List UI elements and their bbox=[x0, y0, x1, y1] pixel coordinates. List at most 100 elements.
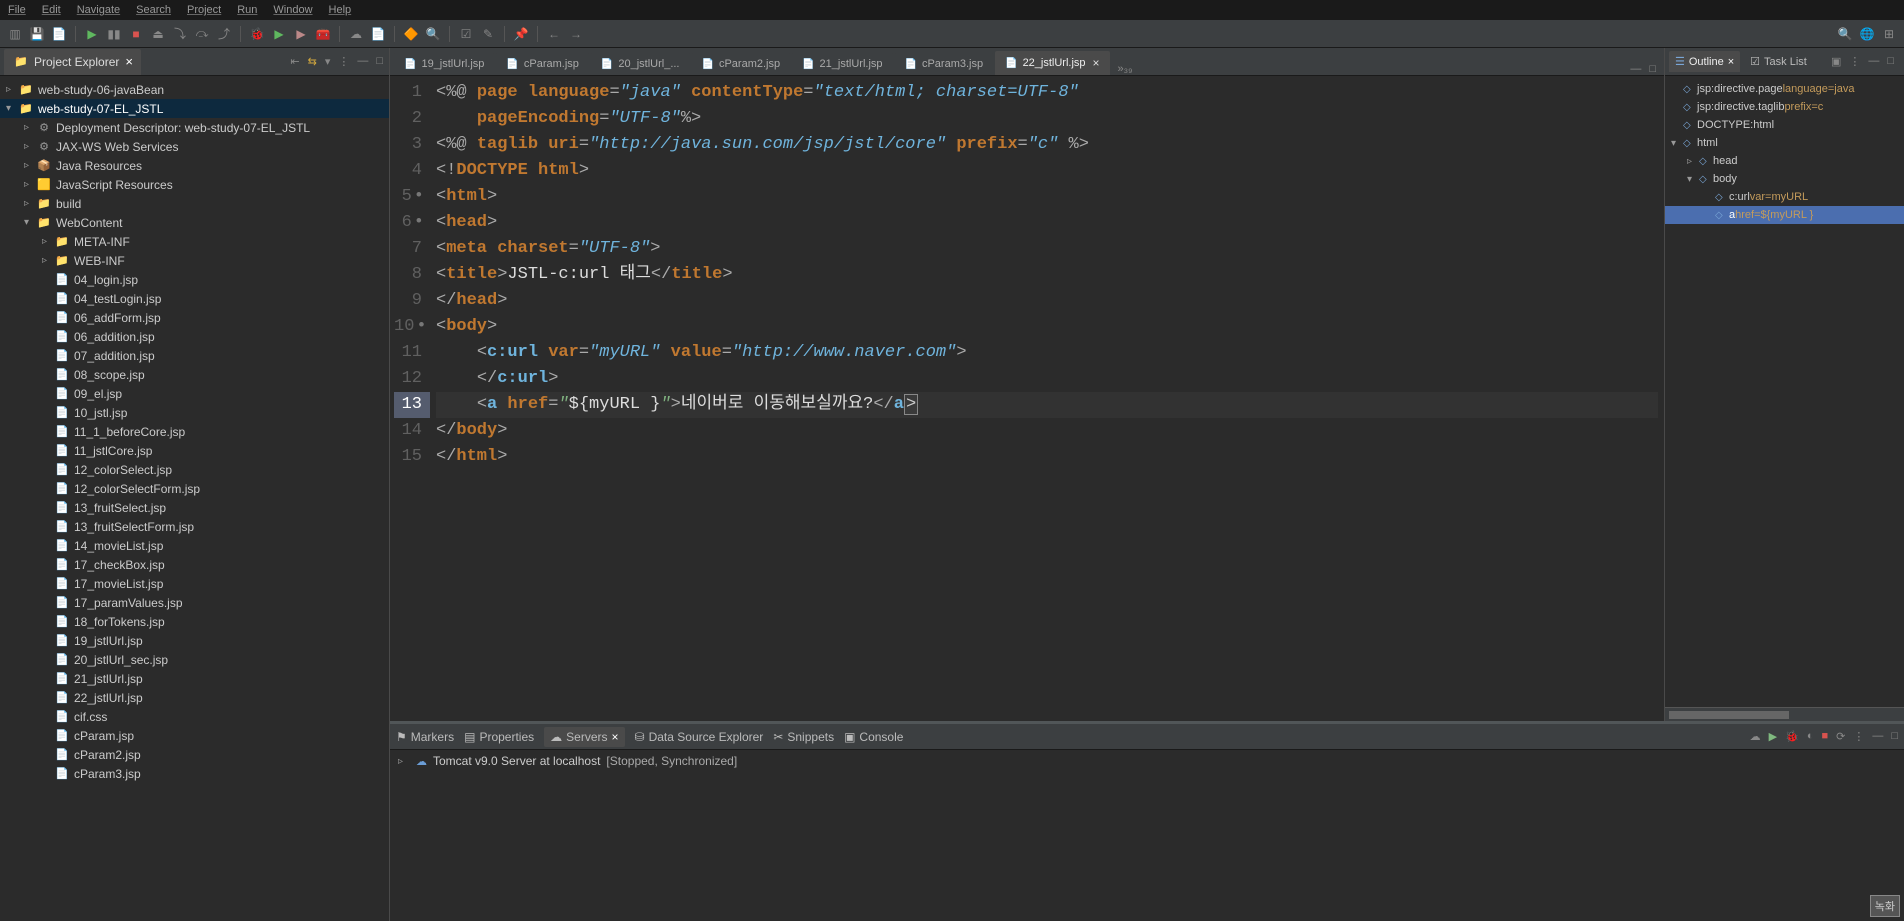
editor-tab[interactable]: 📄19_jstlUrl.jsp bbox=[394, 53, 494, 75]
tree-item[interactable]: 📄12_colorSelectForm.jsp bbox=[0, 479, 389, 498]
run-icon[interactable]: ▶ bbox=[83, 25, 101, 43]
tree-item[interactable]: 📄cParam2.jsp bbox=[0, 745, 389, 764]
new-xml-icon[interactable]: 📄 bbox=[369, 25, 387, 43]
outline-item[interactable]: ◇DOCTYPE:html bbox=[1665, 116, 1904, 134]
debug-icon[interactable]: 🐞 bbox=[1785, 730, 1799, 743]
project-explorer-tab[interactable]: 📁 Project Explorer × bbox=[4, 49, 141, 75]
maximize-icon[interactable]: □ bbox=[1649, 63, 1656, 75]
tree-item[interactable]: 📄cParam.jsp bbox=[0, 726, 389, 745]
tree-item[interactable]: 📄17_movieList.jsp bbox=[0, 574, 389, 593]
editor-tab[interactable]: 📄21_jstlUrl.jsp bbox=[792, 53, 892, 75]
tree-item[interactable]: 📄12_colorSelect.jsp bbox=[0, 460, 389, 479]
forward-icon[interactable]: → bbox=[567, 25, 585, 43]
back-icon[interactable]: ← bbox=[545, 25, 563, 43]
outline-tree[interactable]: ◇jsp:directive.page language=java◇jsp:di… bbox=[1665, 76, 1904, 707]
minimize-icon[interactable]: — bbox=[1630, 63, 1641, 75]
link-editor-icon[interactable]: ⇆ bbox=[308, 55, 317, 68]
tree-item[interactable]: 📄11_jstlCore.jsp bbox=[0, 441, 389, 460]
tree-item[interactable]: ▹🟨JavaScript Resources bbox=[0, 175, 389, 194]
expand-icon[interactable]: ▹ bbox=[6, 84, 18, 95]
tree-item[interactable]: 📄11_1_beforeCore.jsp bbox=[0, 422, 389, 441]
maximize-icon[interactable]: □ bbox=[1891, 730, 1898, 743]
focus-icon[interactable]: ▣ bbox=[1831, 55, 1841, 68]
search-icon[interactable]: 🔍 bbox=[424, 25, 442, 43]
save-icon[interactable]: 💾 bbox=[28, 25, 46, 43]
toggle-mark-icon[interactable]: ☑ bbox=[457, 25, 475, 43]
menu-edit[interactable]: Edit bbox=[42, 4, 61, 16]
tree-item[interactable]: 📄cParam3.jsp bbox=[0, 764, 389, 783]
view-menu-icon[interactable]: ⋮ bbox=[338, 55, 349, 68]
close-icon[interactable]: × bbox=[1728, 56, 1734, 68]
tree-item[interactable]: 📄19_jstlUrl.jsp bbox=[0, 631, 389, 650]
tree-item[interactable]: ▹📦Java Resources bbox=[0, 156, 389, 175]
menu-navigate[interactable]: Navigate bbox=[77, 4, 120, 16]
expand-icon[interactable]: ▹ bbox=[24, 160, 36, 171]
code-content[interactable]: <%@ page language="java" contentType="te… bbox=[430, 76, 1664, 721]
open-perspective-icon[interactable]: ⊞ bbox=[1880, 25, 1898, 43]
view-menu-icon[interactable]: ⋮ bbox=[1853, 730, 1864, 743]
quick-access-icon[interactable]: 🔍 bbox=[1836, 25, 1854, 43]
menu-search[interactable]: Search bbox=[136, 4, 171, 16]
tree-item[interactable]: ▾📁web-study-07-EL_JSTL bbox=[0, 99, 389, 118]
bottom-tab-markers[interactable]: ⚑Markers bbox=[396, 730, 454, 744]
saveall-icon[interactable]: 📄 bbox=[50, 25, 68, 43]
outline-scrollbar[interactable] bbox=[1665, 707, 1904, 721]
profile-icon[interactable]: ◐ bbox=[1807, 730, 1814, 743]
expand-icon[interactable]: ▹ bbox=[1687, 156, 1699, 167]
bottom-tab-properties[interactable]: ▤Properties bbox=[464, 730, 534, 744]
tree-item[interactable]: 📄09_el.jsp bbox=[0, 384, 389, 403]
tree-item[interactable]: 📄10_jstl.jsp bbox=[0, 403, 389, 422]
tree-item[interactable]: 📄13_fruitSelectForm.jsp bbox=[0, 517, 389, 536]
bottom-tab-snippets[interactable]: ✂Snippets bbox=[773, 730, 834, 744]
new-server-icon[interactable]: ☁ bbox=[1750, 730, 1761, 743]
tree-item[interactable]: 📄04_testLogin.jsp bbox=[0, 289, 389, 308]
expand-icon[interactable]: ▾ bbox=[24, 217, 36, 228]
expand-icon[interactable]: ▹ bbox=[24, 198, 36, 209]
expand-icon[interactable]: ▹ bbox=[24, 122, 36, 133]
expand-icon[interactable]: ▾ bbox=[6, 103, 18, 114]
outline-item[interactable]: ◇jsp:directive.taglib prefix=c bbox=[1665, 98, 1904, 116]
menu-project[interactable]: Project bbox=[187, 4, 221, 16]
tree-item[interactable]: 📄18_forTokens.jsp bbox=[0, 612, 389, 631]
expand-icon[interactable]: ▾ bbox=[1671, 138, 1683, 149]
debug-icon[interactable]: 🐞 bbox=[248, 25, 266, 43]
expand-icon[interactable]: ▾ bbox=[1687, 174, 1699, 185]
tabs-overflow[interactable]: »₃₉ bbox=[1118, 63, 1133, 75]
annotation-icon[interactable]: ✎ bbox=[479, 25, 497, 43]
close-icon[interactable]: × bbox=[612, 730, 619, 744]
tree-item[interactable]: 📄14_movieList.jsp bbox=[0, 536, 389, 555]
step-over-icon[interactable]: ⤼ bbox=[193, 25, 211, 43]
run-config-icon[interactable]: ▶ bbox=[270, 25, 288, 43]
outline-item[interactable]: ▾◇body bbox=[1665, 170, 1904, 188]
outline-tab[interactable]: ☰ Outline × bbox=[1669, 51, 1740, 72]
close-icon[interactable]: × bbox=[1093, 56, 1100, 70]
outline-item[interactable]: ▾◇html bbox=[1665, 134, 1904, 152]
tree-item[interactable]: ▹📁WEB-INF bbox=[0, 251, 389, 270]
expand-icon[interactable]: ▹ bbox=[42, 255, 54, 266]
tree-item[interactable]: 📄06_addition.jsp bbox=[0, 327, 389, 346]
step-into-icon[interactable]: ⤵ bbox=[171, 25, 189, 43]
stop-icon[interactable]: ■ bbox=[127, 25, 145, 43]
tree-item[interactable]: 📄21_jstlUrl.jsp bbox=[0, 669, 389, 688]
tree-item[interactable]: ▹📁META-INF bbox=[0, 232, 389, 251]
minimize-icon[interactable]: — bbox=[357, 55, 368, 68]
close-icon[interactable]: × bbox=[125, 54, 133, 69]
tree-item[interactable]: ▹⚙JAX-WS Web Services bbox=[0, 137, 389, 156]
server-entry[interactable]: ▹ ☁ Tomcat v9.0 Server at localhost [Sto… bbox=[390, 750, 1904, 772]
outline-item[interactable]: ◇a href=${myURL } bbox=[1665, 206, 1904, 224]
view-menu-icon[interactable]: ⋮ bbox=[1849, 55, 1860, 68]
outline-item[interactable]: ◇c:url var=myURL bbox=[1665, 188, 1904, 206]
run-last-icon[interactable]: ▶ bbox=[292, 25, 310, 43]
tree-item[interactable]: 📄17_paramValues.jsp bbox=[0, 593, 389, 612]
collapse-all-icon[interactable]: ⇤ bbox=[290, 55, 299, 68]
bottom-tab-servers[interactable]: ☁Servers × bbox=[544, 727, 624, 747]
start-icon[interactable]: ▶ bbox=[1769, 730, 1777, 743]
editor-tab[interactable]: 📄22_jstlUrl.jsp× bbox=[995, 51, 1109, 75]
minimize-icon[interactable]: — bbox=[1868, 55, 1879, 68]
tree-item[interactable]: 📄04_login.jsp bbox=[0, 270, 389, 289]
open-type-icon[interactable]: 🔶 bbox=[402, 25, 420, 43]
bottom-tab-data-source-explorer[interactable]: ⛁Data Source Explorer bbox=[635, 730, 764, 744]
tree-item[interactable]: 📄07_addition.jsp bbox=[0, 346, 389, 365]
tree-item[interactable]: ▹⚙Deployment Descriptor: web-study-07-EL… bbox=[0, 118, 389, 137]
tree-item[interactable]: 📄08_scope.jsp bbox=[0, 365, 389, 384]
